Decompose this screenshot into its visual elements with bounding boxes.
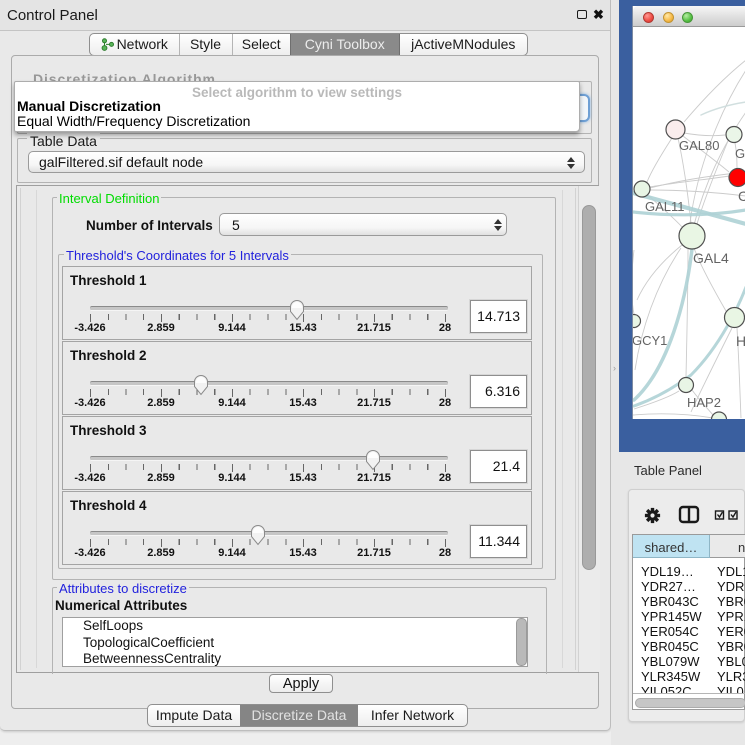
svg-text:H: H — [736, 333, 745, 349]
svg-text:C: C — [738, 188, 745, 204]
svg-text:GCY1: GCY1 — [633, 333, 667, 348]
svg-text:GAL80: GAL80 — [679, 138, 719, 153]
svg-text:HAP2: HAP2 — [687, 395, 721, 410]
svg-text:GAL4: GAL4 — [693, 250, 729, 266]
svg-text:GAL11: GAL11 — [645, 199, 685, 214]
svg-text:GA: GA — [735, 146, 745, 161]
